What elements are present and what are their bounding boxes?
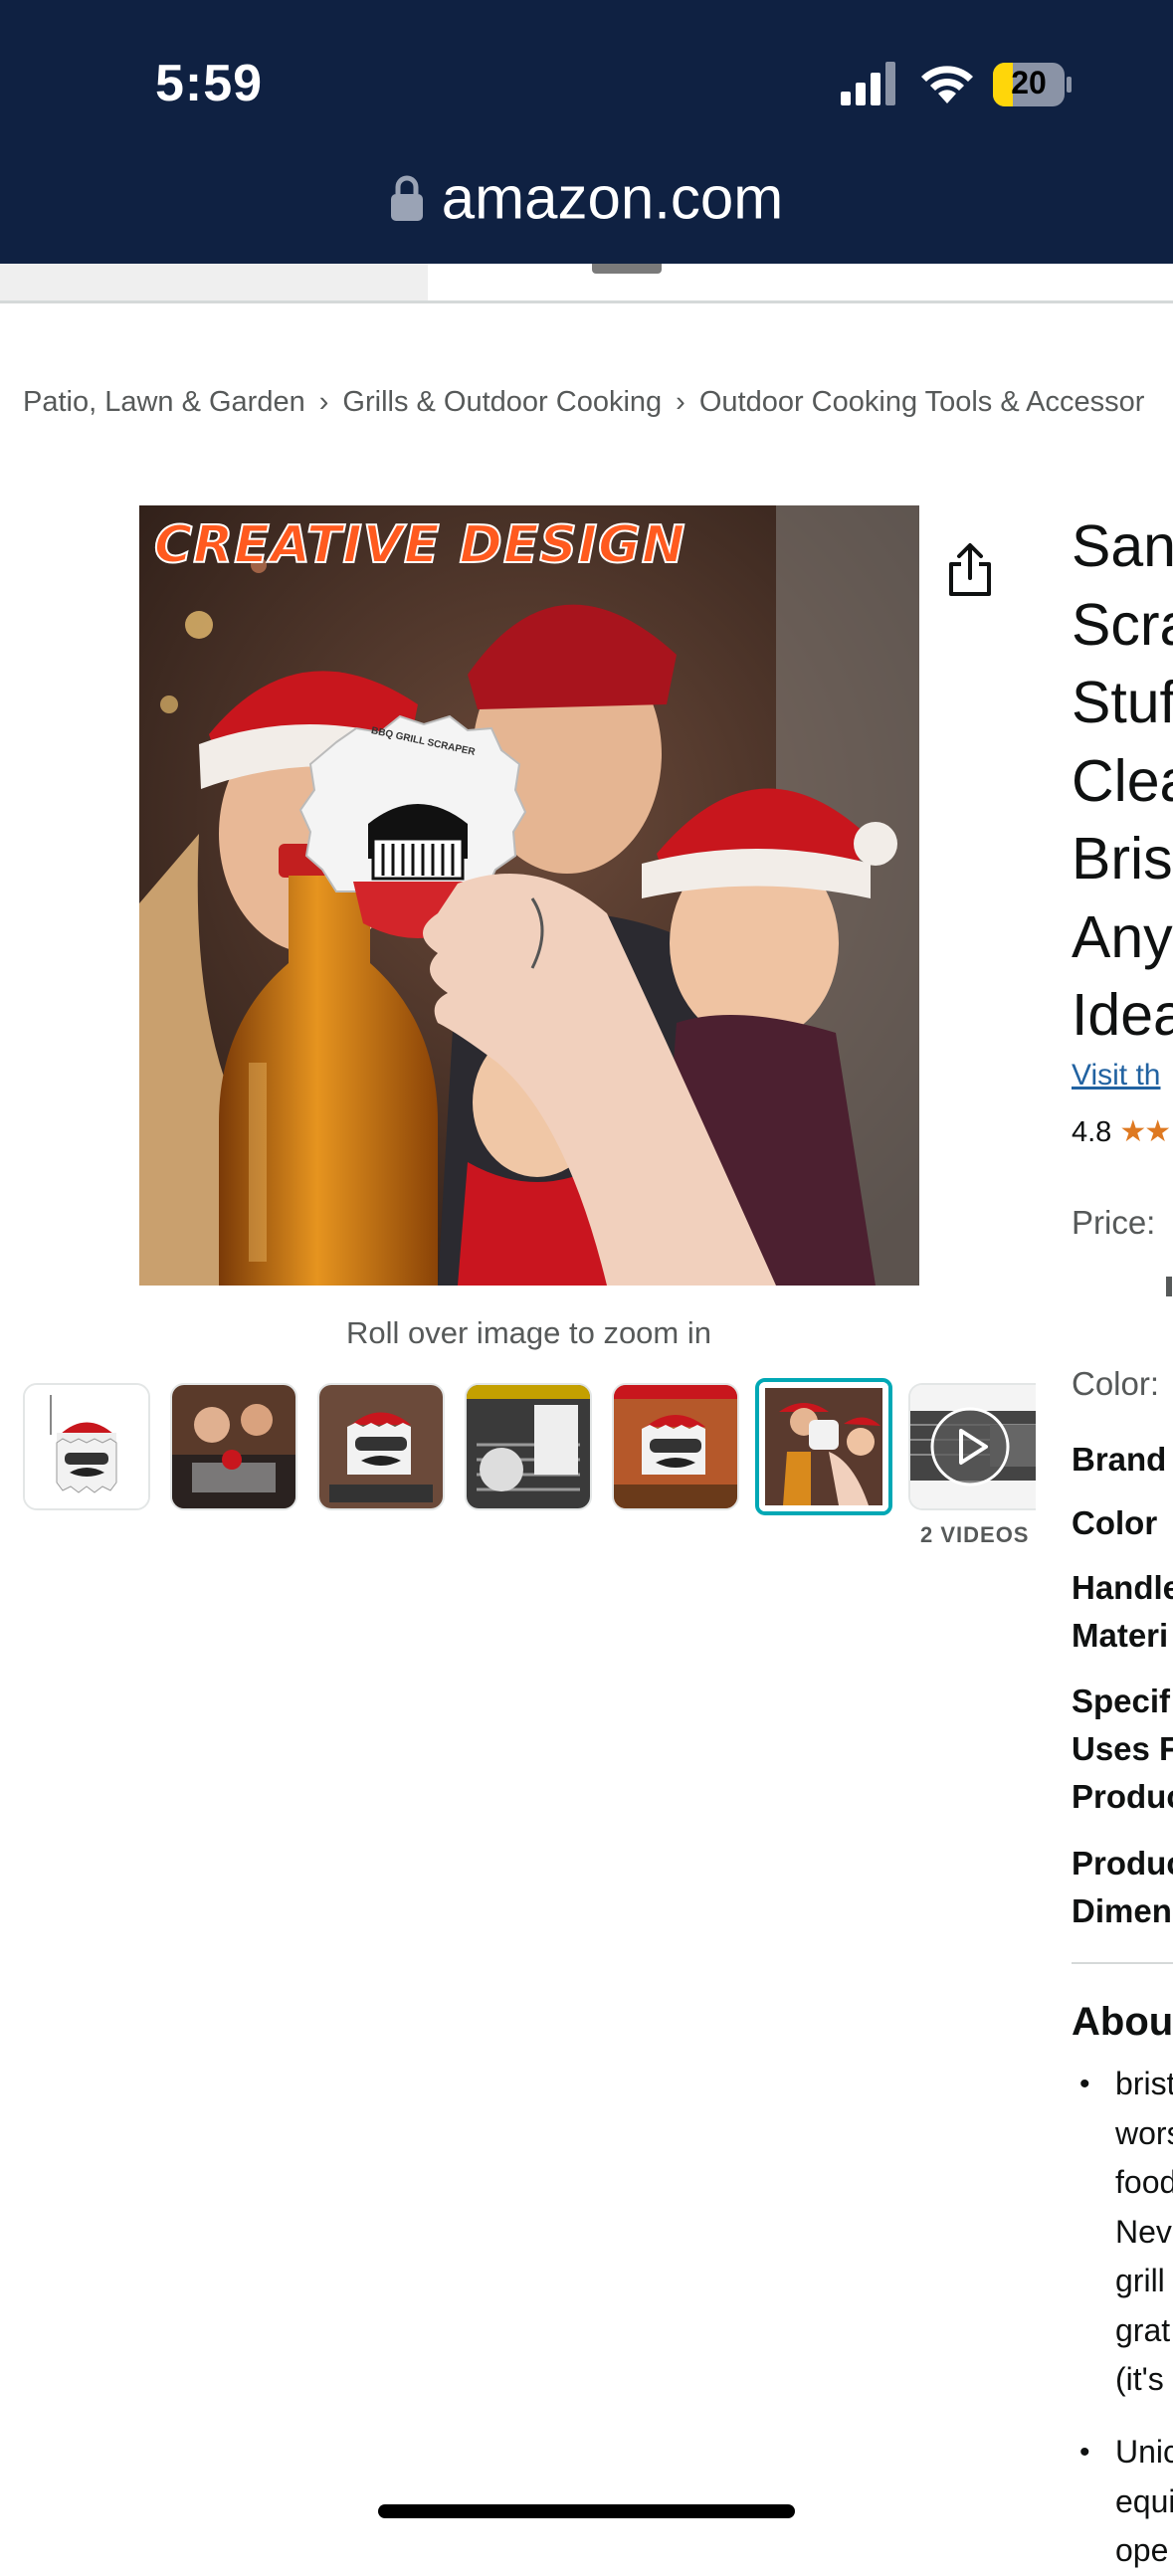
breadcrumb-separator: › [676, 386, 685, 418]
bullet-line: (it's [1115, 2361, 1164, 2397]
star-rating-icon: ★★ [1119, 1115, 1171, 1148]
thumbnail-2[interactable] [170, 1383, 297, 1510]
address-bar[interactable]: amazon.com [0, 159, 1173, 233]
spec-specific-uses: Specif Uses F Produc [1072, 1678, 1173, 1821]
breadcrumb-item[interactable]: Outdoor Cooking Tools & Accessor [699, 386, 1145, 418]
bullet-line: grill [1115, 2263, 1165, 2298]
spec-color: Color [1072, 1499, 1157, 1547]
color-label: Color: [1072, 1365, 1160, 1402]
spec-label: Specif [1072, 1683, 1171, 1719]
spec-product-dimensions: Produc Dimen [1072, 1840, 1173, 1935]
bullet-line: equi [1115, 2482, 1173, 2519]
battery-icon: 20 [993, 63, 1073, 106]
main-product-image[interactable]: CREATIVE DESIGN BBQ GRILL SCRAPER [139, 505, 919, 1286]
spec-handle-material: Handle Materi [1072, 1564, 1173, 1660]
rating-summary[interactable]: 4.8 ★★ [1072, 1114, 1171, 1149]
thumbnail-1[interactable] [23, 1383, 150, 1510]
url-text: amazon.com [441, 164, 784, 232]
breadcrumb: Patio, Lawn & Garden › Grills & Outdoor Co… [23, 386, 1144, 419]
breadcrumb-item[interactable]: Grills & Outdoor Cooking [342, 386, 662, 418]
home-indicator[interactable] [378, 2504, 795, 2518]
title-line: Scra [1072, 591, 1173, 658]
video-thumbnail[interactable] [908, 1383, 1036, 1510]
bullet-dot: • [1079, 2436, 1090, 2469]
spec-label: Produc [1072, 1778, 1173, 1815]
price-fragment [1166, 1277, 1172, 1296]
bullet-line: Neve [1115, 2213, 1173, 2250]
cellular-signal-icon [841, 62, 895, 105]
spec-label: Uses F [1072, 1730, 1173, 1767]
spec-label: Materi [1072, 1617, 1169, 1654]
thumbnail-5[interactable] [612, 1383, 739, 1510]
lock-icon [390, 175, 423, 222]
bullet-line: food [1115, 2164, 1173, 2200]
thumbnail-6-selected[interactable] [755, 1378, 892, 1515]
browser-header: 5:59 20 amazon.com [0, 0, 1173, 264]
bullet-1: brist wors food Neve grill grat (it's [1115, 2060, 1173, 2405]
bullet-line: Unic [1115, 2434, 1173, 2470]
spec-brand: Brand [1072, 1436, 1166, 1484]
battery-level: 20 [1011, 65, 1047, 100]
page-top-strip [0, 264, 1173, 303]
spec-label: Produc [1072, 1845, 1173, 1882]
title-line: Stuf [1072, 670, 1173, 735]
bullet-line: wors [1115, 2114, 1173, 2151]
title-line: Brist [1072, 826, 1173, 892]
title-line: Idea [1072, 982, 1173, 1048]
status-time: 5:59 [155, 55, 264, 112]
spec-label: Brand [1072, 1441, 1167, 1478]
bullet-line: grat [1115, 2311, 1171, 2348]
videos-count-label[interactable]: 2 VIDEOS [920, 1522, 1029, 1548]
rating-value: 4.8 [1072, 1116, 1112, 1148]
breadcrumb-separator: › [318, 386, 329, 418]
price-label: Price: [1072, 1204, 1156, 1241]
breadcrumb-item[interactable]: Patio, Lawn & Garden [23, 386, 305, 418]
wifi-icon [921, 66, 973, 103]
bullet-2: Unic equi ope [1115, 2428, 1173, 2576]
about-heading: About [1072, 2000, 1173, 2044]
main-image-banner: CREATIVE DESIGN [153, 514, 686, 576]
thumbnail-4[interactable] [465, 1383, 592, 1510]
bullet-line: ope [1115, 2532, 1169, 2568]
bullet-line: brist [1115, 2066, 1173, 2101]
section-divider [1072, 1962, 1173, 1964]
product-title: Sant Scra Stuf Clea Brist Any Idea [1072, 507, 1173, 1055]
title-line: Any [1072, 903, 1173, 970]
spec-label: Handle [1072, 1569, 1173, 1606]
spec-label: Dimen [1072, 1892, 1172, 1929]
zoom-hint: Roll over image to zoom in [346, 1315, 711, 1350]
play-icon[interactable] [930, 1407, 1010, 1486]
title-line: Clea [1072, 747, 1173, 814]
share-icon[interactable] [945, 542, 995, 598]
bullet-dot: • [1079, 2068, 1090, 2100]
visit-store-link[interactable]: Visit th [1072, 1059, 1161, 1092]
spec-label: Color [1072, 1504, 1158, 1541]
title-line: Sant [1072, 513, 1173, 579]
thumbnail-3[interactable] [317, 1383, 445, 1510]
